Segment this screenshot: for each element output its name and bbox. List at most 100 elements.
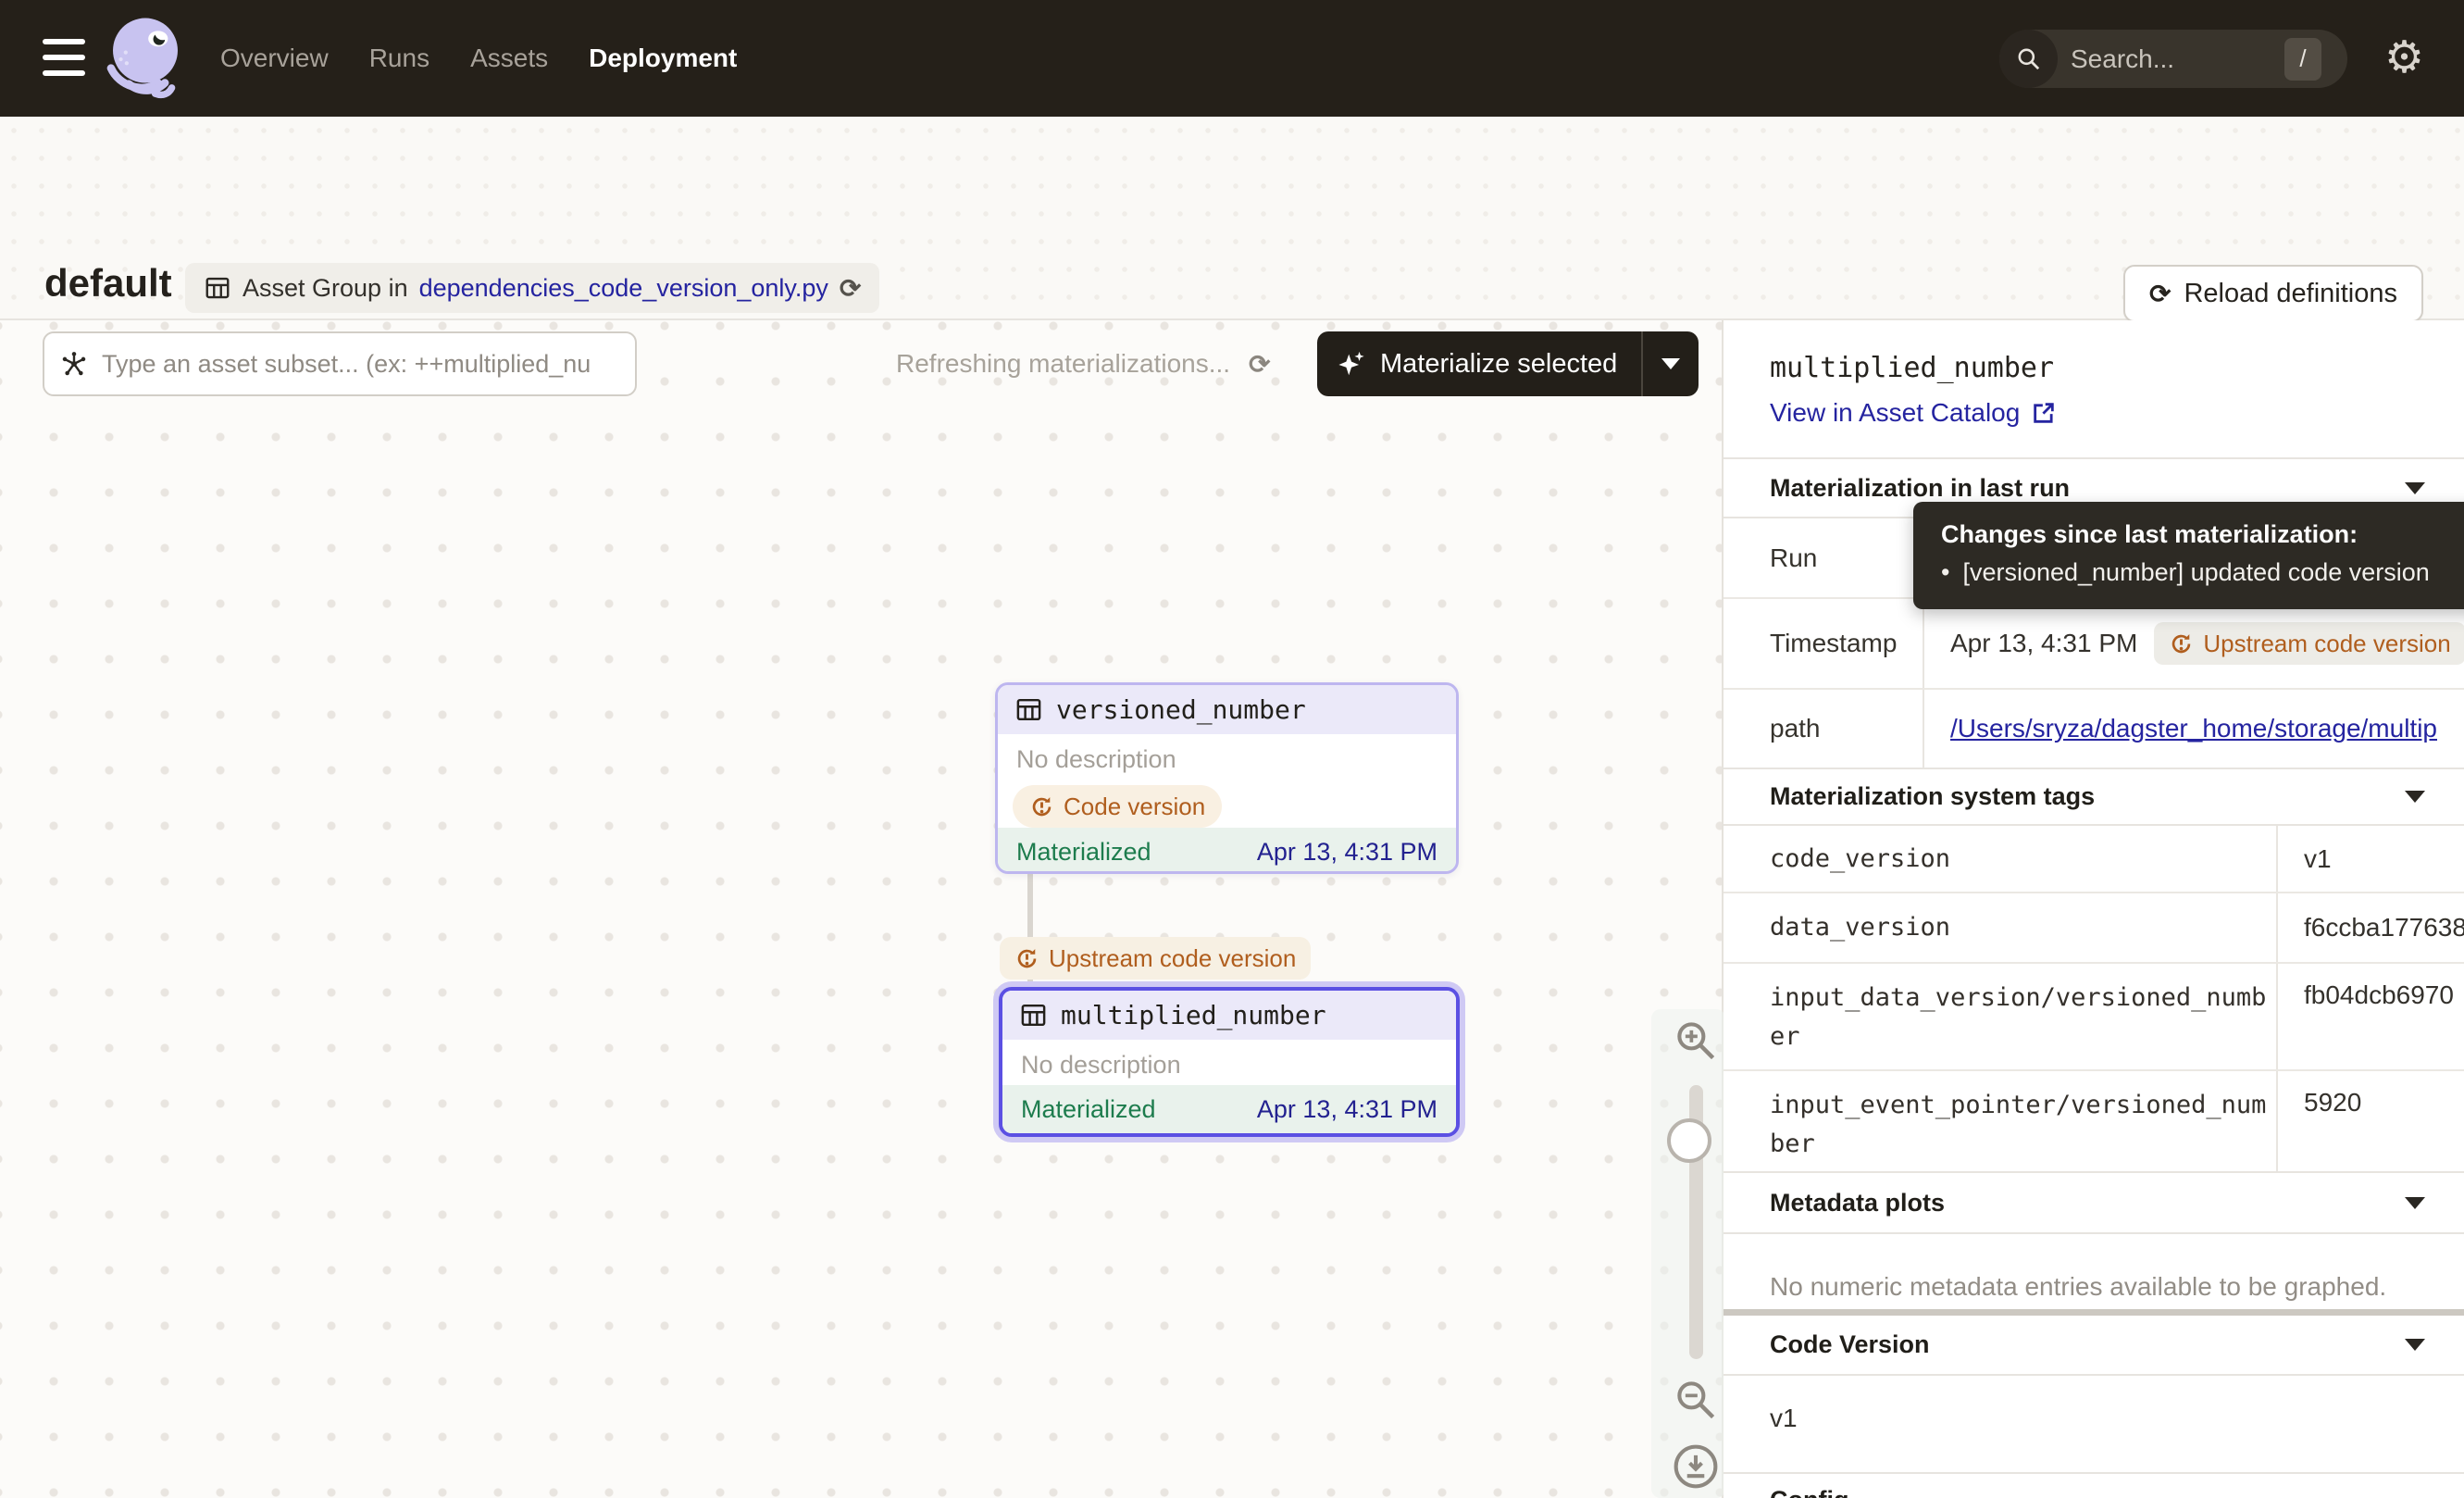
- materialize-selected-button-group: Materialize selected: [1317, 331, 1699, 396]
- asset-subset-input[interactable]: [102, 350, 620, 379]
- external-link-icon: [2031, 400, 2057, 426]
- sparkle-icon: [1338, 349, 1367, 379]
- global-search[interactable]: /: [1999, 30, 2347, 88]
- upstream-code-version-label: Upstream code version: [1049, 944, 1296, 973]
- upstream-code-version-tag: Upstream code version: [2154, 622, 2464, 665]
- chevron-down-icon[interactable]: [2405, 1339, 2425, 1351]
- zoom-out-icon[interactable]: [1672, 1376, 1720, 1424]
- asset-detail-panel: multiplied_number View in Asset Catalog …: [1724, 320, 2464, 1498]
- reload-definitions-label: Reload definitions: [2184, 279, 2397, 309]
- materialize-selected-button[interactable]: Materialize selected: [1317, 349, 1641, 380]
- materialize-dropdown-button[interactable]: [1641, 331, 1699, 396]
- primary-nav: Overview Runs Assets Deployment: [220, 0, 737, 117]
- section-header-label: Code Version: [1724, 1330, 1930, 1359]
- tag-value: v1: [2276, 826, 2464, 892]
- section-divider: [1724, 1309, 2464, 1316]
- table-grid-icon: [1019, 1001, 1048, 1030]
- tooltip-title: Changes since last materialization:: [1941, 520, 2464, 549]
- table-grid-icon: [204, 274, 231, 302]
- table-grid-icon: [1014, 695, 1043, 724]
- refreshing-status: Refreshing materializations... ⟳: [896, 331, 1271, 396]
- tag-key: data_version: [1770, 908, 2256, 947]
- selected-asset-title: multiplied_number: [1770, 352, 2054, 384]
- download-image-icon[interactable]: [1672, 1442, 1720, 1491]
- zoom-slider-handle[interactable]: [1667, 1118, 1711, 1163]
- section-code-version: Code Version: [1724, 1316, 2464, 1376]
- tooltip-item: [versioned_number] updated code version: [1941, 558, 2464, 587]
- tag-value: 5920: [2276, 1071, 2464, 1171]
- metadata-plots-empty-message: No numeric metadata entries available to…: [1770, 1272, 2386, 1302]
- hamburger-menu-icon[interactable]: [43, 39, 85, 76]
- section-header-label: Config: [1724, 1486, 1848, 1498]
- path-row: path /Users/sryza/dagster_home/storage/m…: [1724, 688, 2464, 768]
- section-materialization-system-tags: Materialization system tags: [1724, 768, 2464, 826]
- run-label: Run: [1724, 518, 1923, 597]
- code-version-tag-label: Code version: [1064, 793, 1205, 821]
- section-metadata-plots: Metadata plots: [1724, 1171, 2464, 1234]
- asset-subset-icon: [59, 349, 89, 379]
- view-in-asset-catalog-link[interactable]: View in Asset Catalog: [1770, 398, 2057, 428]
- dagster-logo[interactable]: [96, 9, 194, 107]
- tag-key: input_event_pointer/versioned_number: [1770, 1091, 2266, 1158]
- nav-item-deployment[interactable]: Deployment: [589, 44, 737, 73]
- search-icon: [1999, 30, 2058, 88]
- chevron-down-icon[interactable]: [2405, 482, 2425, 494]
- asset-node-versioned-number[interactable]: versioned_number No description Code ver…: [995, 682, 1459, 874]
- upstream-code-version-tag: Upstream code version: [1000, 937, 1311, 980]
- asset-node-multiplied-number[interactable]: multiplied_number No description Materia…: [999, 987, 1460, 1137]
- changes-tooltip: Changes since last materialization: [ver…: [1913, 502, 2464, 609]
- section-header-label: Materialization in last run: [1724, 474, 2070, 503]
- refresh-materializations-icon[interactable]: ⟳: [1249, 349, 1270, 380]
- materialization-timestamp-link[interactable]: Apr 13, 4:31 PM: [1257, 1095, 1437, 1124]
- asset-node-header: versioned_number: [998, 685, 1456, 734]
- lineage-graph-canvas[interactable]: Refreshing materializations... ⟳ Materia…: [0, 320, 1724, 1498]
- asset-node-name: versioned_number: [1056, 694, 1306, 725]
- page-header: default Asset Group in dependencies_code…: [0, 117, 2464, 320]
- path-link[interactable]: /Users/sryza/dagster_home/storage/multip: [1950, 714, 2437, 743]
- asset-node-footer: Materialized Apr 13, 4:31 PM: [1002, 1085, 1456, 1133]
- nav-item-assets[interactable]: Assets: [470, 44, 548, 73]
- system-tag-row: data_version f6ccba177638: [1724, 892, 2464, 962]
- top-nav-bar: Overview Runs Assets Deployment / ⚙: [0, 0, 2464, 117]
- tooltip-item-text: [versioned_number] updated code version: [1962, 558, 2429, 587]
- chevron-down-icon: [1661, 358, 1680, 369]
- materialized-status: Materialized: [1021, 1095, 1156, 1124]
- materialize-selected-label: Materialize selected: [1380, 349, 1617, 380]
- asset-node-description: No description: [1002, 1040, 1456, 1083]
- bullet-icon: [1941, 558, 1949, 587]
- nav-item-overview[interactable]: Overview: [220, 44, 329, 73]
- code-version-changed-icon: [1029, 794, 1054, 819]
- chevron-down-icon[interactable]: [2405, 1197, 2425, 1209]
- reload-code-location-icon[interactable]: ⟳: [840, 273, 861, 304]
- asset-node-footer: Materialized Apr 13, 4:31 PM: [998, 828, 1456, 874]
- reload-definitions-button[interactable]: ⟳ Reload definitions: [2123, 265, 2423, 322]
- reload-icon: ⟳: [2149, 279, 2171, 309]
- system-tag-row: input_event_pointer/versioned_number 592…: [1724, 1069, 2464, 1171]
- search-input[interactable]: [2058, 44, 2284, 74]
- search-shortcut-badge: /: [2284, 38, 2321, 81]
- zoom-in-icon[interactable]: [1672, 1017, 1720, 1065]
- dagster-app: Overview Runs Assets Deployment / ⚙ defa…: [0, 0, 2464, 1498]
- materialization-timestamp-link[interactable]: Apr 13, 4:31 PM: [1257, 838, 1437, 867]
- system-tag-row: code_version v1: [1724, 826, 2464, 892]
- section-header-label: Metadata plots: [1724, 1189, 1945, 1217]
- asset-group-badge: Asset Group in dependencies_code_version…: [185, 263, 879, 313]
- code-version-changed-icon: [1014, 946, 1039, 971]
- upstream-code-version-label: Upstream code version: [2203, 630, 2450, 658]
- timestamp-value: Apr 13, 4:31 PM: [1950, 629, 2137, 658]
- code-version-tag: Code version: [1013, 785, 1456, 828]
- refreshing-status-text: Refreshing materializations...: [896, 349, 1230, 379]
- asset-group-file-link[interactable]: dependencies_code_version_only.py: [419, 274, 828, 303]
- path-label: path: [1724, 690, 1923, 768]
- tag-key: code_version: [1770, 840, 2256, 879]
- asset-subset-filter[interactable]: [43, 331, 637, 396]
- materialized-status: Materialized: [1016, 838, 1151, 867]
- tag-key: input_data_version/versioned_number: [1770, 983, 2266, 1051]
- nav-item-runs[interactable]: Runs: [369, 44, 429, 73]
- asset-node-name: multiplied_number: [1061, 1000, 1326, 1030]
- tag-value: f6ccba177638: [2276, 893, 2464, 962]
- code-version-changed-icon: [2169, 631, 2194, 656]
- section-config: Config: [1724, 1472, 2464, 1498]
- chevron-down-icon[interactable]: [2405, 791, 2425, 803]
- settings-gear-icon[interactable]: ⚙: [2384, 28, 2424, 89]
